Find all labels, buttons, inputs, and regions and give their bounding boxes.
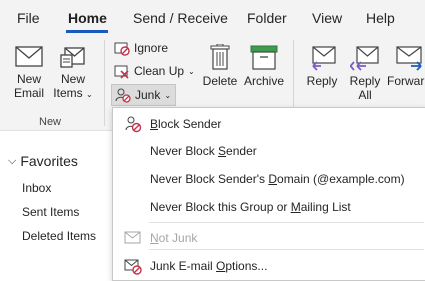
- tab-send-receive[interactable]: Send / Receive: [133, 10, 228, 26]
- envelope-icon: [124, 231, 141, 244]
- envelope-icon: [15, 46, 43, 67]
- chevron-down-icon: ⌵: [8, 154, 17, 167]
- folder-sent-items[interactable]: Sent Items: [22, 205, 79, 219]
- clean-up-icon: [114, 65, 129, 79]
- reply-all-icon: [350, 46, 379, 71]
- block-sender-icon: [125, 116, 142, 133]
- reply-button[interactable]: Reply: [302, 44, 342, 88]
- menu-item-never-block-group[interactable]: Never Block this Group or Mailing List: [113, 195, 425, 219]
- menu-item-junk-email-options[interactable]: Junk E-mail Options...: [113, 254, 425, 278]
- clean-up-button[interactable]: Clean Up ⌄: [114, 63, 195, 79]
- archive-button[interactable]: Archive: [241, 44, 287, 88]
- junk-button[interactable]: Junk ⌄: [111, 84, 177, 106]
- new-email-button[interactable]: New Email: [8, 44, 50, 100]
- new-items-icon: [60, 47, 85, 68]
- new-items-button[interactable]: New Items ⌄: [51, 44, 95, 102]
- group-label-new: New: [39, 116, 62, 128]
- folder-pane: ⌵ Favorites Inbox Sent Items Deleted Ite…: [0, 131, 111, 279]
- active-tab-indicator: [66, 30, 108, 33]
- archive-icon: [250, 45, 278, 70]
- menu-separator: [149, 222, 424, 223]
- menu-item-never-block-domain[interactable]: Never Block Sender's Domain (@example.co…: [113, 167, 425, 191]
- chevron-down-icon: ⌄: [85, 90, 93, 99]
- forward-button[interactable]: Forwar: [387, 44, 425, 88]
- favorites-header[interactable]: ⌵ Favorites: [8, 153, 78, 169]
- reply-all-button[interactable]: Reply All: [343, 44, 387, 102]
- reply-icon: [312, 46, 336, 71]
- tab-help[interactable]: Help: [366, 10, 395, 26]
- tab-file[interactable]: File: [17, 10, 40, 26]
- folder-deleted-items[interactable]: Deleted Items: [22, 229, 96, 243]
- tab-view[interactable]: View: [312, 10, 342, 26]
- trash-icon: [210, 44, 230, 70]
- folder-inbox[interactable]: Inbox: [22, 181, 51, 195]
- ignore-icon: [114, 42, 130, 56]
- chevron-down-icon: ⌄: [188, 66, 195, 76]
- junk-options-icon: [124, 259, 142, 275]
- delete-button[interactable]: Delete: [201, 44, 239, 88]
- tab-home[interactable]: Home: [68, 10, 107, 26]
- ribbon-tab-bar: File Home Send / Receive Folder View Hel…: [0, 0, 425, 34]
- ignore-button[interactable]: Ignore: [114, 40, 168, 56]
- menu-item-never-block-sender[interactable]: Never Block Sender: [113, 139, 425, 163]
- menu-separator: [149, 249, 424, 250]
- menu-item-not-junk: Not Junk: [113, 226, 425, 250]
- chevron-down-icon: ⌄: [164, 90, 172, 100]
- junk-dropdown-menu: Block Sender Never Block Sender Never Bl…: [112, 107, 425, 281]
- tab-folder[interactable]: Folder: [247, 10, 287, 26]
- junk-person-block-icon: [115, 88, 131, 103]
- menu-item-block-sender[interactable]: Block Sender: [113, 112, 425, 136]
- group-separator: [104, 40, 105, 126]
- forward-icon: [396, 46, 422, 71]
